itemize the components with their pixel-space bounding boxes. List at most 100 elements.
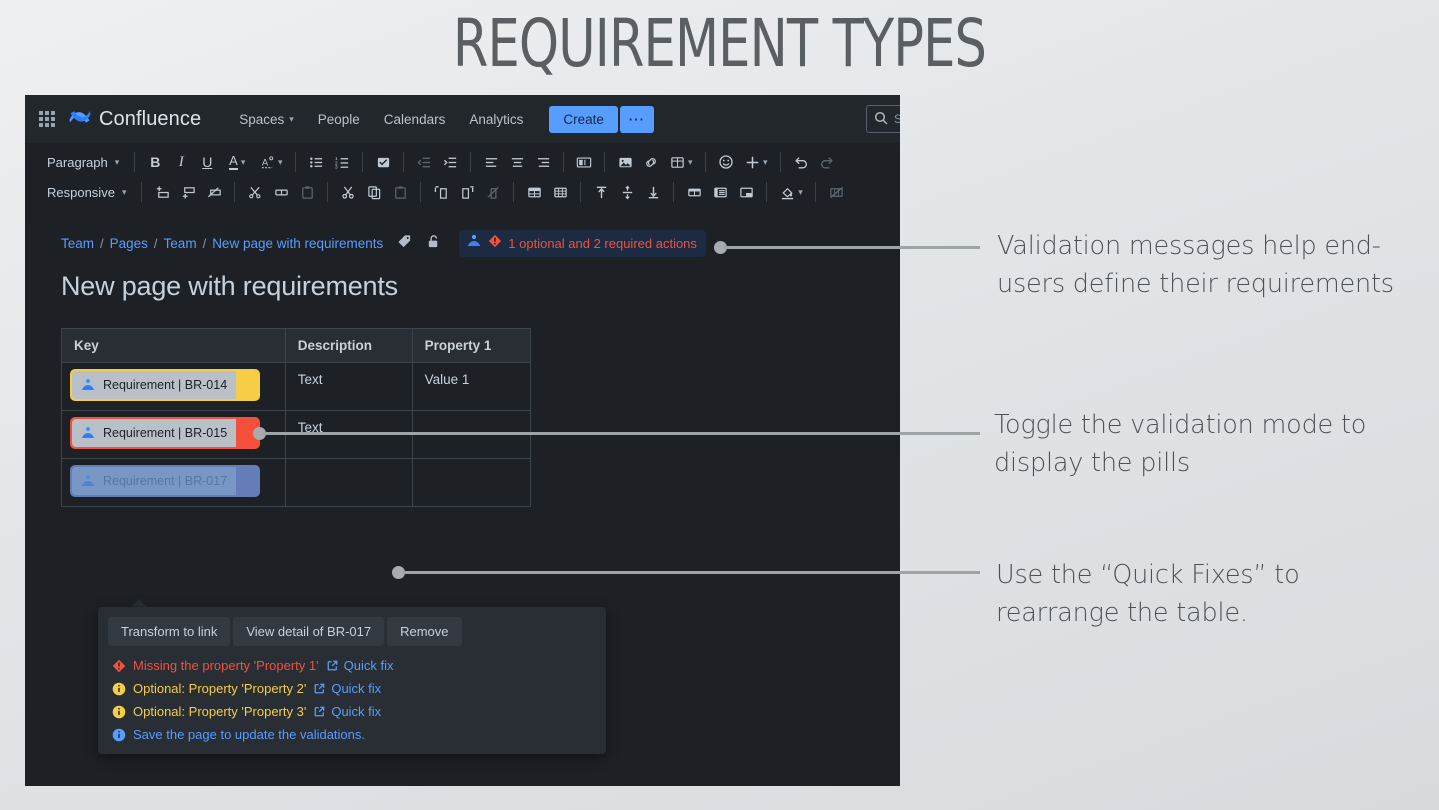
cut-cell-icon[interactable] bbox=[242, 180, 268, 204]
align-top-icon[interactable] bbox=[588, 180, 614, 204]
text-color-icon[interactable]: A▾ bbox=[220, 150, 254, 174]
toolbar-row-formatting: Paragraph ▾ B I U A▾ A▾ 123 bbox=[39, 147, 886, 177]
toolbar-divider bbox=[295, 152, 296, 172]
table-cell-property1[interactable]: Value 1 bbox=[412, 363, 530, 411]
align-left-icon[interactable] bbox=[478, 150, 504, 174]
unlock-icon[interactable] bbox=[426, 234, 441, 252]
emoji-icon[interactable] bbox=[713, 150, 739, 174]
breadcrumb-item-current-page[interactable]: New page with requirements bbox=[212, 236, 383, 251]
breadcrumb-item-team[interactable]: Team bbox=[61, 236, 94, 251]
requirement-pill-status-tail bbox=[236, 467, 258, 495]
table-cell-description[interactable]: Text bbox=[285, 363, 412, 411]
align-right-icon[interactable] bbox=[530, 150, 556, 174]
image-icon[interactable] bbox=[612, 150, 638, 174]
quick-fix-link[interactable]: Quick fix bbox=[326, 658, 394, 673]
tag-icon[interactable] bbox=[397, 234, 412, 252]
layout-icon[interactable] bbox=[571, 150, 597, 174]
toolbar-divider bbox=[604, 152, 605, 172]
requirement-pill-br-017[interactable]: Requirement | BR-017 bbox=[70, 465, 260, 497]
popup-action-buttons: Transform to link View detail of BR-017 … bbox=[108, 617, 596, 646]
bullet-list-icon[interactable] bbox=[303, 150, 329, 174]
annotation-quick-fixes: Use the “Quick Fixes” to rearrange the t… bbox=[996, 557, 1416, 632]
italic-icon[interactable]: I bbox=[168, 150, 194, 174]
more-actions-button[interactable]: ··· bbox=[620, 106, 654, 133]
paragraph-style-select[interactable]: Paragraph ▾ bbox=[39, 152, 127, 173]
numbered-list-icon[interactable]: 123 bbox=[329, 150, 355, 174]
callout-line-1 bbox=[724, 246, 980, 249]
quick-fix-link[interactable]: Quick fix bbox=[313, 704, 381, 719]
link-icon[interactable] bbox=[638, 150, 664, 174]
validation-message-optional-3: Optional: Property 'Property 3' Quick fi… bbox=[112, 704, 594, 719]
search-input[interactable]: Search bbox=[866, 105, 900, 133]
nav-item-analytics[interactable]: Analytics bbox=[457, 106, 535, 133]
table-layout-icon[interactable] bbox=[681, 180, 707, 204]
paste-cell-icon[interactable] bbox=[294, 180, 320, 204]
view-detail-button[interactable]: View detail of BR-017 bbox=[233, 617, 384, 646]
breadcrumb-item-team-2[interactable]: Team bbox=[164, 236, 197, 251]
requirement-pill-body: Requirement | BR-017 bbox=[72, 467, 236, 495]
align-bottom-icon[interactable] bbox=[640, 180, 666, 204]
delete-column-icon[interactable] bbox=[480, 180, 506, 204]
breadcrumb-separator: / bbox=[154, 236, 158, 251]
copy-icon[interactable] bbox=[361, 180, 387, 204]
table-icon[interactable]: ▾ bbox=[664, 150, 698, 174]
insert-plus-icon[interactable]: ▾ bbox=[739, 150, 773, 174]
add-row-below-icon[interactable] bbox=[175, 180, 201, 204]
info-circle-icon bbox=[112, 705, 126, 719]
app-switcher-icon[interactable] bbox=[39, 111, 55, 127]
toolbar-divider bbox=[766, 182, 767, 202]
svg-text:3: 3 bbox=[335, 164, 338, 169]
quick-fix-link[interactable]: Quick fix bbox=[313, 681, 381, 696]
cut-icon[interactable] bbox=[335, 180, 361, 204]
requirement-pill-br-015[interactable]: Requirement | BR-015 bbox=[70, 417, 260, 449]
undo-icon[interactable] bbox=[788, 150, 814, 174]
confluence-brand[interactable]: Confluence bbox=[69, 107, 201, 131]
redo-icon[interactable] bbox=[814, 150, 840, 174]
validation-message-list: Missing the property 'Property 1' Quick … bbox=[108, 654, 596, 742]
responsive-mode-select[interactable]: Responsive ▾ bbox=[39, 182, 134, 203]
align-middle-icon[interactable] bbox=[614, 180, 640, 204]
paragraph-style-label: Paragraph bbox=[47, 155, 108, 170]
column-header-key: Key bbox=[62, 329, 286, 363]
breadcrumb-item-pages[interactable]: Pages bbox=[110, 236, 148, 251]
table-sidebar-icon[interactable] bbox=[707, 180, 733, 204]
table-cell-description[interactable] bbox=[285, 459, 412, 507]
align-center-icon[interactable] bbox=[504, 150, 530, 174]
indent-icon[interactable] bbox=[437, 150, 463, 174]
task-list-icon[interactable] bbox=[370, 150, 396, 174]
table-header-row-icon[interactable] bbox=[521, 180, 547, 204]
bold-icon[interactable]: B bbox=[142, 150, 168, 174]
quick-fix-label: Quick fix bbox=[331, 681, 381, 696]
text-highlight-icon[interactable]: A▾ bbox=[254, 150, 288, 174]
paste-icon[interactable] bbox=[387, 180, 413, 204]
table-cell-property1[interactable] bbox=[412, 459, 530, 507]
add-column-right-icon[interactable] bbox=[454, 180, 480, 204]
search-icon bbox=[874, 111, 888, 128]
merge-cell-icon[interactable] bbox=[268, 180, 294, 204]
toolbar-divider bbox=[470, 152, 471, 172]
clear-formatting-icon[interactable] bbox=[823, 180, 849, 204]
requirement-pill-body: Requirement | BR-015 bbox=[72, 419, 236, 447]
delete-row-icon[interactable] bbox=[201, 180, 227, 204]
breadcrumb-separator: / bbox=[203, 236, 207, 251]
validation-status-pill[interactable]: 1 optional and 2 required actions bbox=[459, 230, 706, 257]
add-column-left-icon[interactable] bbox=[428, 180, 454, 204]
nav-item-calendars[interactable]: Calendars bbox=[372, 106, 458, 133]
requirement-pill-br-014[interactable]: Requirement | BR-014 bbox=[70, 369, 260, 401]
validation-message-text: Missing the property 'Property 1' bbox=[133, 658, 319, 673]
table-grid-icon[interactable] bbox=[547, 180, 573, 204]
nav-item-spaces[interactable]: Spaces ▾ bbox=[227, 106, 306, 133]
underline-icon[interactable]: U bbox=[194, 150, 220, 174]
nav-item-label: People bbox=[318, 112, 360, 127]
add-row-above-icon[interactable] bbox=[149, 180, 175, 204]
table-footer-icon[interactable] bbox=[733, 180, 759, 204]
requirement-pill-status-tail bbox=[236, 371, 258, 399]
editor-toolbar: Paragraph ▾ B I U A▾ A▾ 123 bbox=[25, 143, 900, 213]
cell-background-icon[interactable]: ▾ bbox=[774, 180, 808, 204]
outdent-icon[interactable] bbox=[411, 150, 437, 174]
nav-item-people[interactable]: People bbox=[306, 106, 372, 133]
toolbar-row-table: Responsive ▾ bbox=[39, 177, 886, 207]
transform-to-link-button[interactable]: Transform to link bbox=[108, 617, 230, 646]
create-button[interactable]: Create bbox=[549, 106, 618, 133]
remove-button[interactable]: Remove bbox=[387, 617, 461, 646]
